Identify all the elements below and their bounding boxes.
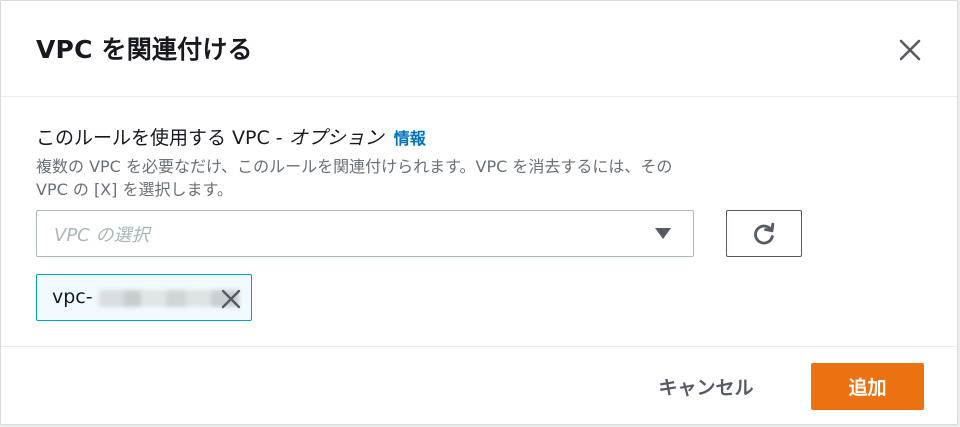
redacted-vpc-id (99, 290, 239, 307)
associate-vpc-modal: VPC を関連付ける このルールを使用する VPC - オプション 情報 複数の… (0, 0, 958, 425)
refresh-button[interactable] (726, 210, 802, 257)
vpc-field-description: 複数の VPC を必要なだけ、このルールを関連付けられます。VPC を消去するに… (36, 157, 673, 199)
vpc-field-label-text: このルールを使用する VPC - (36, 127, 289, 149)
close-icon[interactable] (220, 288, 242, 310)
modal-footer: キャンセル 追加 (1, 347, 957, 426)
optional-label: オプション (288, 127, 384, 149)
close-icon[interactable] (897, 37, 923, 63)
refresh-icon (754, 222, 775, 245)
selected-vpc-token: vpc- (36, 274, 252, 321)
vpc-select-placeholder: VPC の選択 (54, 225, 150, 246)
caret-down-icon (655, 228, 671, 239)
modal-body: このルールを使用する VPC - オプション 情報 複数の VPC を必要なだけ… (1, 97, 957, 347)
add-button[interactable]: 追加 (811, 363, 924, 410)
cancel-button[interactable]: キャンセル (633, 363, 779, 410)
vpc-select[interactable]: VPC の選択 (36, 210, 694, 257)
vpc-field-label: このルールを使用する VPC - オプション 情報 (36, 124, 426, 153)
modal-title: VPC を関連付ける (36, 35, 253, 64)
modal-header: VPC を関連付ける (1, 1, 957, 97)
token-label: vpc- (52, 286, 93, 308)
info-link[interactable]: 情報 (394, 129, 426, 148)
